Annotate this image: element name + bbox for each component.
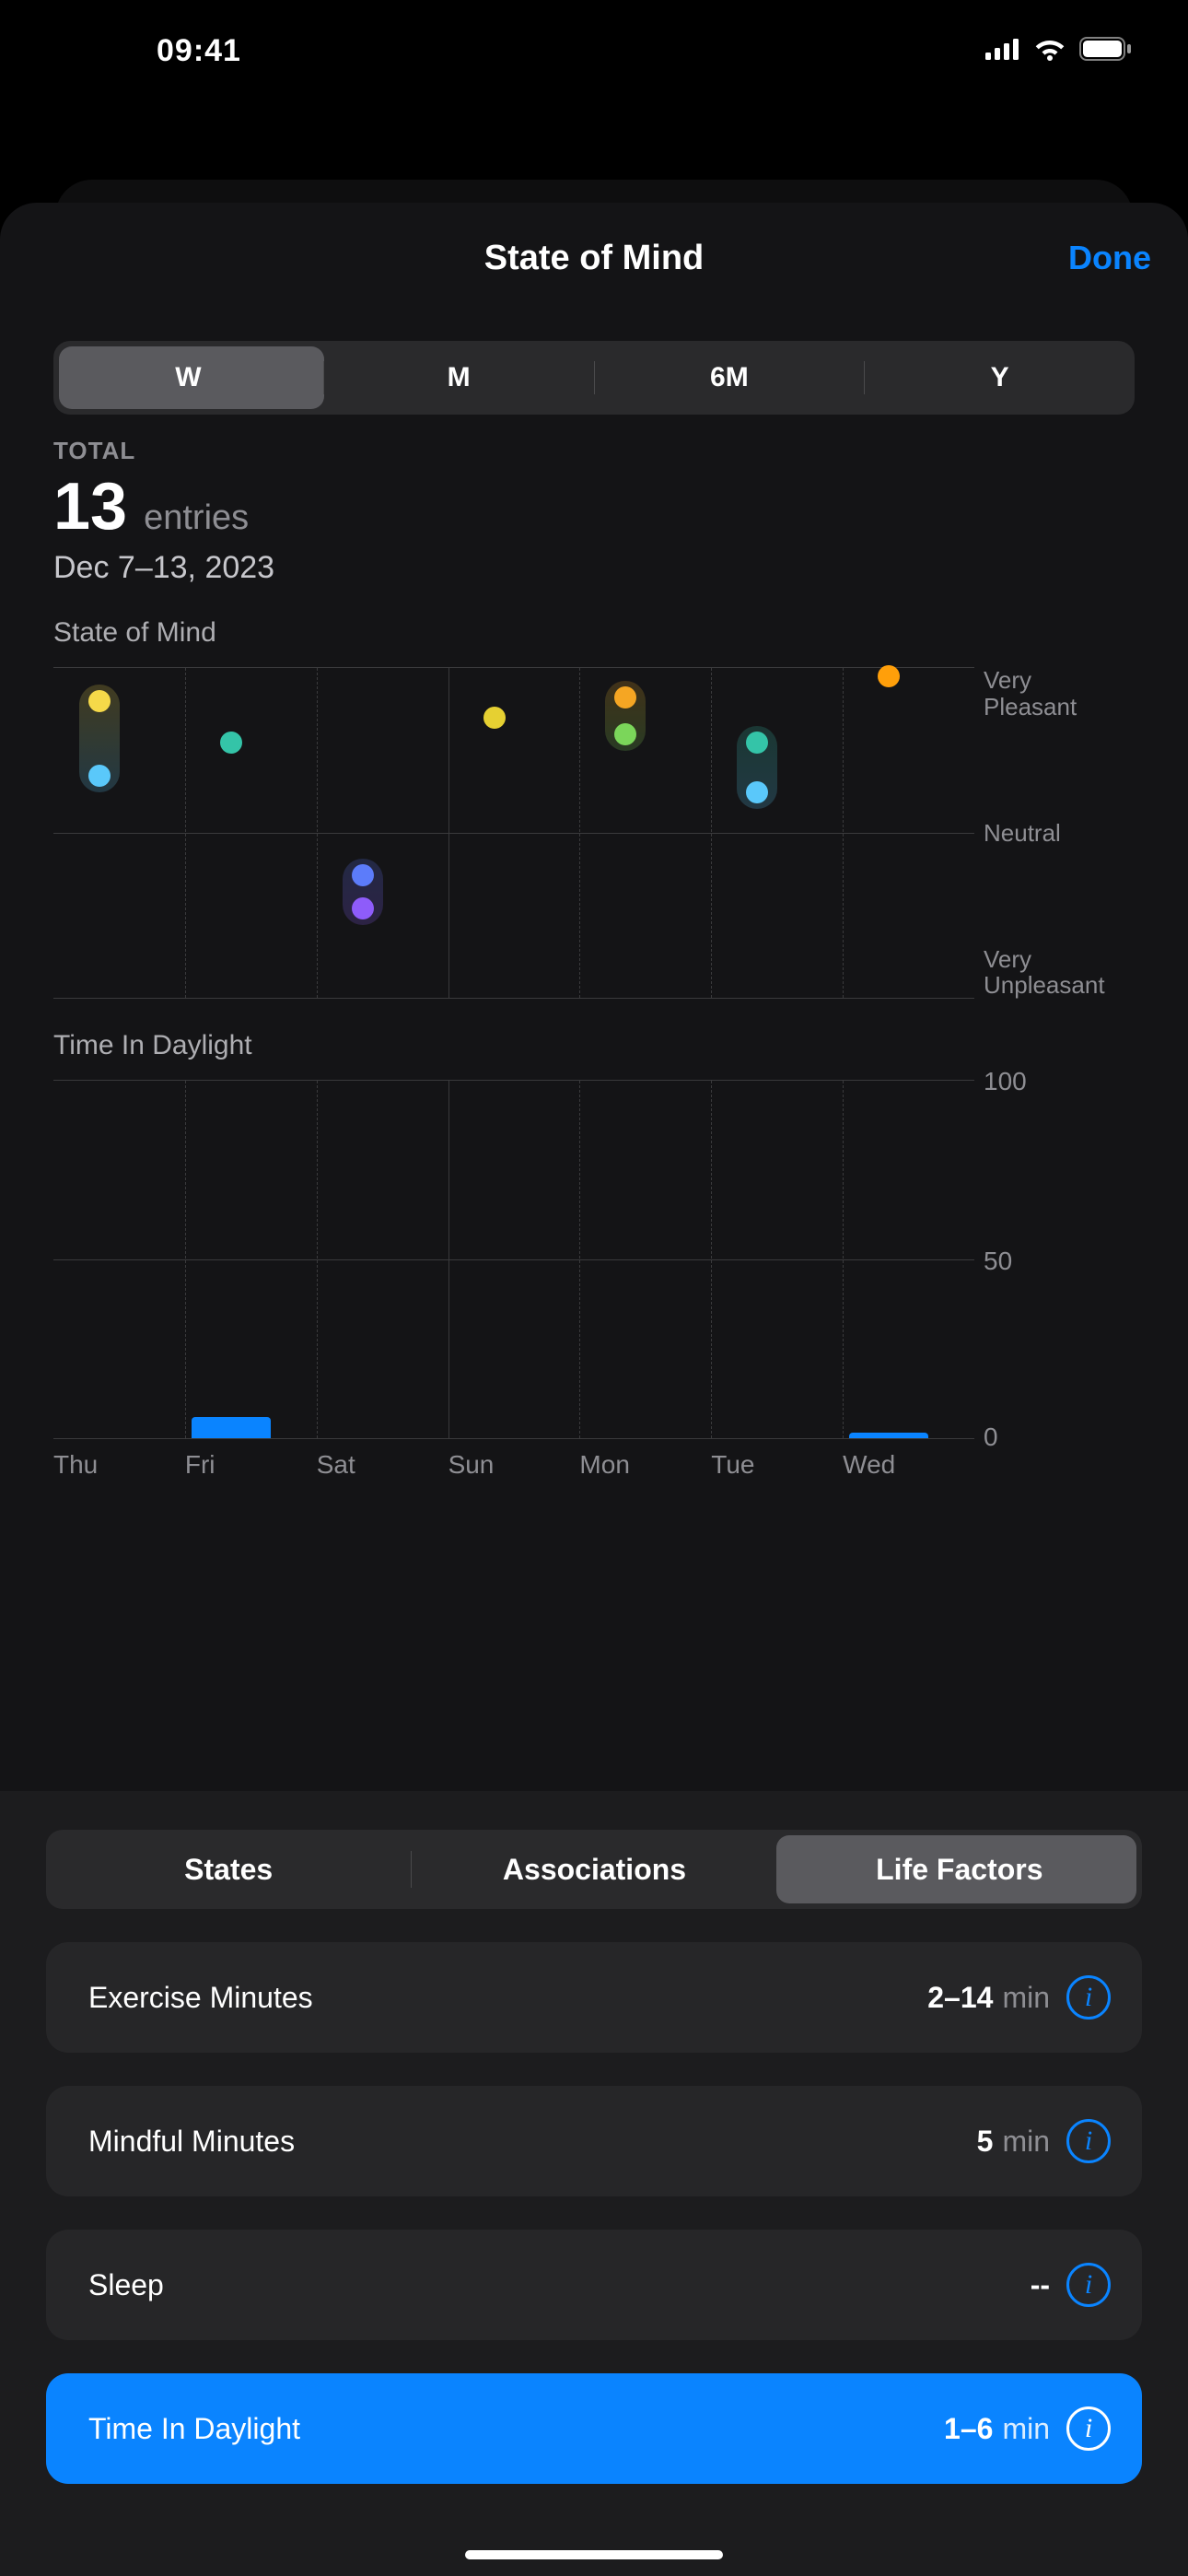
mood-dot[interactable]	[352, 897, 374, 919]
mood-range-pill[interactable]	[737, 726, 777, 809]
page-title: State of Mind	[484, 239, 705, 278]
x-axis-labels: Thu Fri Sat Sun Mon Tue Wed	[53, 1450, 974, 1487]
status-icons	[985, 37, 1133, 65]
life-factor-row[interactable]: Sleep -- i	[46, 2230, 1142, 2340]
factor-label: Exercise Minutes	[88, 1981, 313, 2015]
range-week[interactable]: W	[53, 362, 323, 393]
ytick-100: 100	[984, 1067, 1027, 1096]
mood-dot[interactable]	[483, 707, 506, 729]
mood-dot[interactable]	[746, 781, 768, 803]
mood-dot[interactable]	[614, 686, 636, 708]
daylight-bar[interactable]	[849, 1433, 928, 1438]
time-range-segmented[interactable]: W M 6M Y	[53, 341, 1135, 415]
info-icon[interactable]: i	[1066, 1975, 1111, 2020]
mood-dot[interactable]	[614, 723, 636, 745]
done-button[interactable]: Done	[1068, 239, 1151, 277]
factor-label: Mindful Minutes	[88, 2125, 295, 2159]
factor-value: --	[1031, 2268, 1050, 2302]
life-factor-row[interactable]: Exercise Minutes 2–14 mini	[46, 1942, 1142, 2053]
factor-label: Sleep	[88, 2268, 164, 2302]
wifi-icon	[1033, 37, 1066, 65]
factor-unit: min	[1002, 1981, 1050, 2015]
factor-value: 1–6	[944, 2412, 993, 2446]
factor-value: 5	[977, 2125, 994, 2159]
mood-chart[interactable]: VeryPleasant Neutral VeryUnpleasant	[53, 667, 1135, 999]
mood-dot[interactable]	[746, 732, 768, 754]
factor-label: Time In Daylight	[88, 2412, 300, 2446]
factor-unit: min	[1002, 2412, 1050, 2446]
summary-label: TOTAL	[53, 437, 1135, 465]
ytick-0: 0	[984, 1423, 998, 1452]
x-label: Sun	[448, 1450, 495, 1480]
info-icon[interactable]: i	[1066, 2263, 1111, 2307]
x-label: Fri	[185, 1450, 215, 1480]
home-indicator[interactable]	[465, 2550, 723, 2559]
life-factor-row[interactable]: Time In Daylight 1–6 mini	[46, 2373, 1142, 2484]
ytick-50: 50	[984, 1247, 1012, 1276]
y-label-neutral: Neutral	[984, 820, 1135, 847]
state-of-mind-sheet: State of Mind Done W M 6M Y TOTAL 13 ent…	[0, 203, 1188, 2576]
x-label: Mon	[579, 1450, 629, 1480]
mood-dot[interactable]	[88, 765, 111, 787]
daylight-chart-title: Time In Daylight	[53, 1030, 1135, 1061]
mood-dot[interactable]	[352, 864, 374, 886]
y-label-pleasant: VeryPleasant	[984, 667, 1135, 720]
tab-associations[interactable]: Associations	[412, 1853, 776, 1887]
status-bar: 09:41	[0, 0, 1188, 101]
range-6month[interactable]: 6M	[595, 362, 865, 393]
x-label: Tue	[711, 1450, 754, 1480]
daylight-chart[interactable]: 100 50 0 ThuFriSatSunMonTueWed	[53, 1080, 1135, 1439]
tab-states[interactable]: States	[46, 1853, 411, 1887]
range-month[interactable]: M	[324, 362, 594, 393]
details-panel: States Associations Life Factors Exercis…	[0, 1791, 1188, 2576]
life-factors-list: Exercise Minutes2–14 miniMindful Minutes…	[46, 1942, 1142, 2484]
status-time: 09:41	[157, 33, 241, 69]
life-factor-row[interactable]: Mindful Minutes 5 mini	[46, 2086, 1142, 2196]
daylight-bar[interactable]	[192, 1417, 271, 1438]
summary-value: 13	[53, 469, 127, 544]
daylight-y-axis: 100 50 0	[984, 1080, 1135, 1439]
sheet-header: State of Mind Done	[0, 203, 1188, 313]
tab-life-factors[interactable]: Life Factors	[777, 1853, 1142, 1887]
mood-range-pill[interactable]	[605, 681, 646, 751]
mood-y-axis: VeryPleasant Neutral VeryUnpleasant	[984, 667, 1135, 999]
mood-range-pill[interactable]	[343, 859, 383, 925]
factor-unit: min	[1002, 2125, 1050, 2159]
battery-icon	[1079, 37, 1133, 65]
summary-block: TOTAL 13 entries Dec 7–13, 2023	[0, 415, 1188, 586]
detail-tabs[interactable]: States Associations Life Factors	[46, 1830, 1142, 1909]
mood-range-pill[interactable]	[79, 685, 120, 792]
x-label: Thu	[53, 1450, 98, 1480]
summary-unit: entries	[144, 498, 249, 538]
x-label: Wed	[843, 1450, 895, 1480]
mood-dot[interactable]	[220, 732, 242, 754]
summary-date-range: Dec 7–13, 2023	[53, 550, 1135, 586]
x-label: Sat	[317, 1450, 355, 1480]
mood-dot[interactable]	[88, 690, 111, 712]
factor-value: 2–14	[927, 1981, 993, 2015]
range-year[interactable]: Y	[865, 362, 1135, 393]
cellular-icon	[985, 38, 1020, 64]
y-label-unpleasant: VeryUnpleasant	[984, 946, 1135, 999]
mood-chart-title: State of Mind	[53, 617, 1135, 649]
mood-dot[interactable]	[878, 665, 900, 687]
info-icon[interactable]: i	[1066, 2119, 1111, 2163]
info-icon[interactable]: i	[1066, 2406, 1111, 2451]
